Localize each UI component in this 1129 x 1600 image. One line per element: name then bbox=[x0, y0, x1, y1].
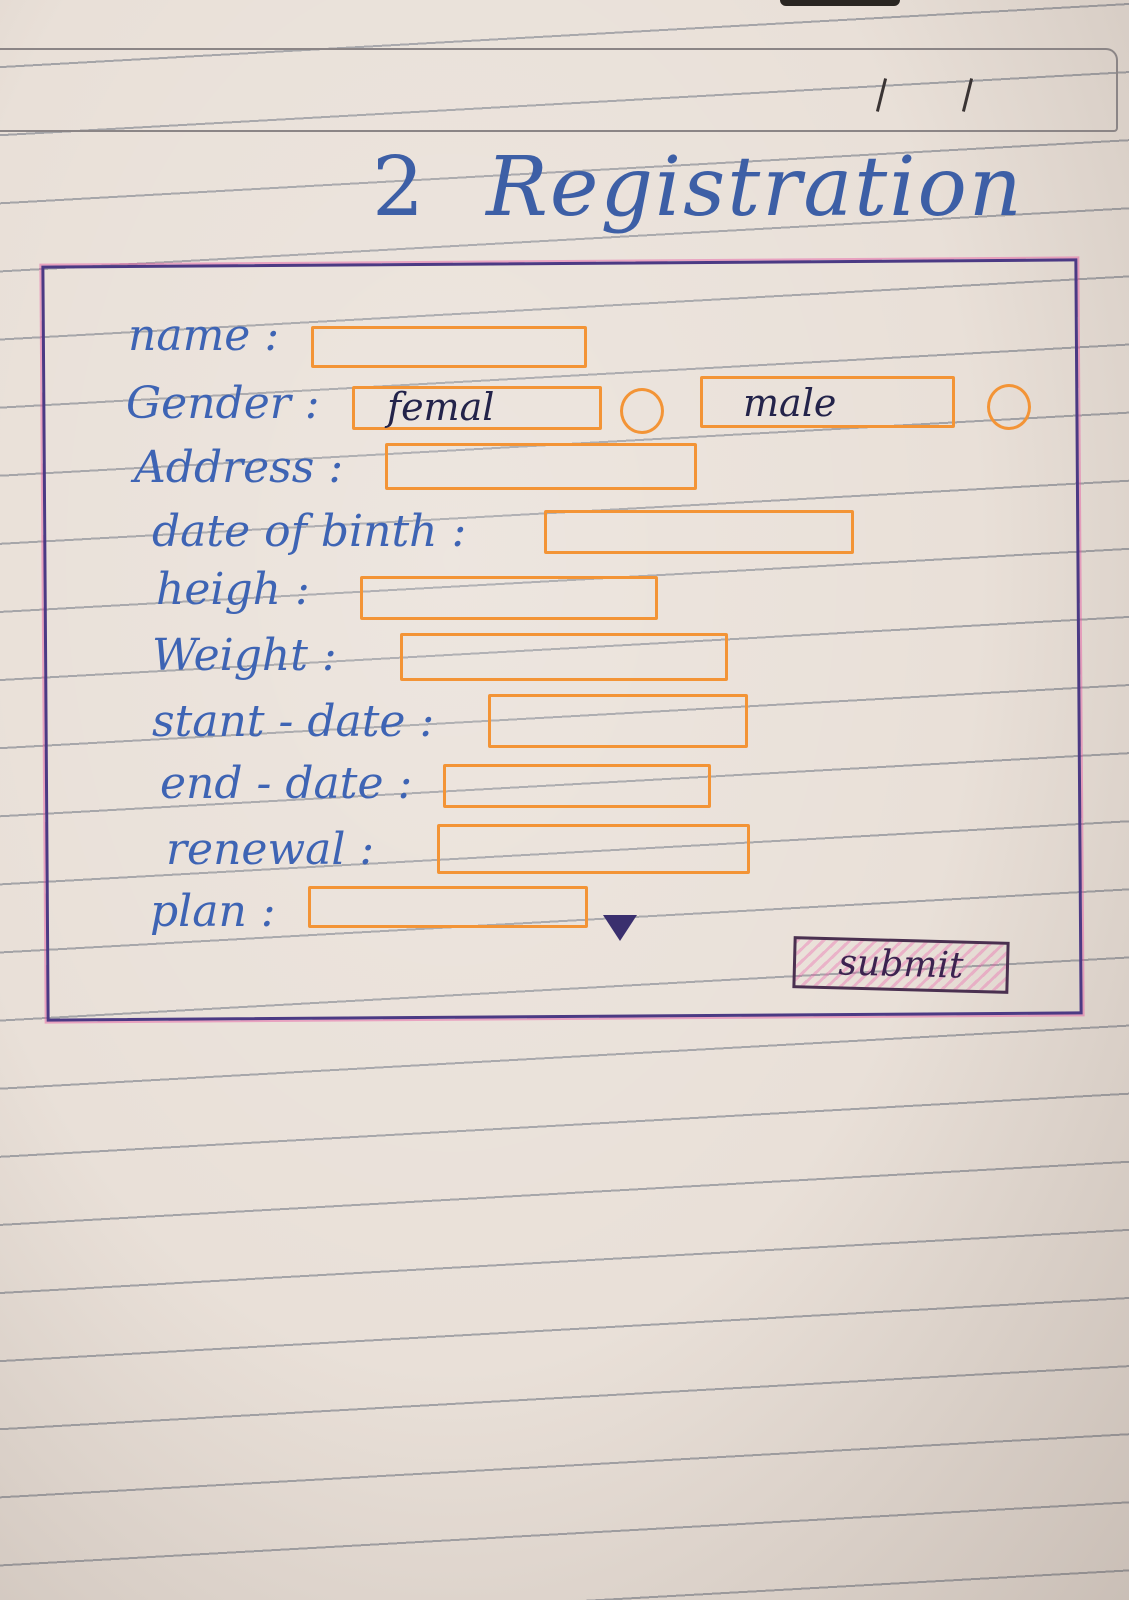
address-input[interactable] bbox=[385, 443, 697, 490]
end-date-label: end - date : bbox=[160, 758, 413, 809]
gender-female-text: femal bbox=[387, 385, 495, 429]
gender-label: Gender : bbox=[126, 378, 320, 429]
end-date-input[interactable] bbox=[443, 764, 711, 808]
gender-male-option[interactable]: male bbox=[700, 376, 955, 428]
gender-male-text: male bbox=[743, 381, 837, 425]
dropdown-arrow-icon[interactable] bbox=[603, 915, 637, 941]
page-title: 2 Registration bbox=[372, 140, 1024, 235]
gender-female-option[interactable]: femal bbox=[352, 385, 602, 430]
submit-button[interactable]: submit bbox=[792, 936, 1010, 994]
page-number: 2 bbox=[372, 140, 427, 235]
paper-edge-shadow bbox=[780, 0, 900, 6]
date-header-box bbox=[0, 48, 1118, 132]
name-input[interactable] bbox=[311, 326, 587, 368]
start-date-label: stant - date : bbox=[152, 696, 435, 747]
start-date-input[interactable] bbox=[488, 694, 748, 748]
date-of-birth-label: date of binth : bbox=[152, 506, 467, 557]
weight-label: Weight : bbox=[152, 630, 337, 681]
renewal-label: renewal : bbox=[166, 824, 375, 875]
date-of-birth-input[interactable] bbox=[544, 510, 854, 554]
height-input[interactable] bbox=[360, 576, 658, 620]
plan-select[interactable] bbox=[308, 886, 588, 928]
gender-female-radio[interactable] bbox=[620, 388, 664, 434]
address-label: Address : bbox=[134, 442, 344, 493]
name-label: name : bbox=[128, 310, 280, 361]
height-label: heigh : bbox=[156, 564, 310, 615]
plan-label: plan : bbox=[150, 886, 276, 937]
weight-input[interactable] bbox=[400, 633, 728, 681]
gender-male-radio[interactable] bbox=[987, 384, 1031, 430]
renewal-input[interactable] bbox=[437, 824, 750, 874]
page-title-text: Registration bbox=[486, 140, 1024, 235]
